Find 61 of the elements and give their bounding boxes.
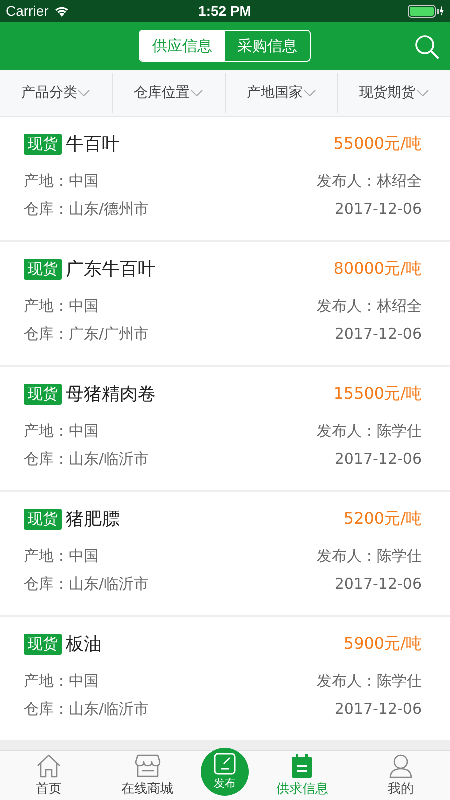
listing-card[interactable]: 现货 牛百叶 55000元/吨 产地：中国 发布人：林绍全 仓库：山东/德州市 2017-12-06 (0, 117, 450, 240)
calendar-icon (291, 754, 314, 778)
stock-tag: 现货 (24, 134, 62, 154)
search-icon[interactable] (415, 35, 439, 59)
warehouse: 仓库：广东/广州市 (24, 324, 150, 344)
date: 2017-12-06 (334, 200, 422, 218)
listing-card[interactable]: 现货 广东牛百叶 80000元/吨 产地：中国 发布人：林绍全 仓库：广东/广州市 2017-12-06 (0, 242, 450, 365)
stock-tag: 现货 (24, 258, 62, 280)
chevron-down-icon (191, 90, 204, 96)
product-name: 广东牛百叶 (66, 258, 156, 281)
filter-dropdown[interactable]: 产地国家 (226, 70, 338, 116)
filter-dropdown[interactable]: 仓库位置 (112, 70, 224, 116)
listing-card[interactable]: 现货 板油 5900元/吨 产地：中国 发布人：陈学仕 仓库：山东/临沂市 2017-12-06 (0, 617, 450, 740)
publisher: 发布人：陈学仕 (317, 672, 422, 690)
home-icon (36, 754, 62, 778)
origin: 产地：中国 (24, 172, 99, 190)
origin: 产地：中国 (24, 296, 99, 316)
warehouse: 仓库：山东/临沂市 (24, 450, 150, 468)
product-name: 板油 (66, 633, 102, 656)
price: 55000元/吨 (334, 134, 422, 154)
chevron-down-icon (78, 90, 90, 96)
edit-icon (214, 753, 236, 775)
user-icon (388, 754, 413, 778)
listing-card[interactable]: 现货 母猪精肉卷 15500元/吨 产地：中国 发布人：陈学仕 仓库：山东/临沂市 2017-12-06 (0, 367, 450, 490)
origin: 产地：中国 (24, 672, 99, 690)
date: 2017-12-06 (334, 325, 422, 343)
warehouse: 仓库：山东/德州市 (24, 200, 150, 218)
price: 80000元/吨 (334, 258, 422, 280)
warehouse: 仓库：山东/临沂市 (24, 574, 150, 594)
chevron-down-icon (304, 90, 316, 96)
origin: 产地：中国 (24, 546, 99, 566)
price: 5200元/吨 (344, 508, 422, 530)
origin: 产地：中国 (24, 422, 99, 440)
stock-tag: 现货 (24, 508, 62, 530)
product-name: 母猪精肉卷 (66, 383, 156, 406)
filter-dropdown[interactable]: 现货期货 (338, 70, 450, 116)
chevron-down-icon (416, 90, 429, 96)
date: 2017-12-06 (334, 450, 422, 468)
filter-dropdown[interactable]: 产品分类 (0, 70, 112, 116)
date: 2017-12-06 (334, 575, 422, 593)
tab-bar-item[interactable]: 我的 (356, 750, 446, 800)
price: 5900元/吨 (344, 634, 422, 654)
stock-tag: 现货 (24, 634, 62, 654)
carrier-label: Carrier (6, 3, 49, 19)
date: 2017-12-06 (334, 700, 422, 718)
wifi-icon (54, 5, 70, 17)
product-name: 牛百叶 (66, 133, 120, 156)
product-name: 猪肥膘 (66, 508, 120, 531)
price: 15500元/吨 (334, 384, 422, 404)
publisher: 发布人：陈学仕 (317, 546, 422, 566)
tab-bar-item[interactable]: 在线商城 (102, 750, 193, 800)
publisher: 发布人：陈学仕 (317, 422, 422, 440)
stock-tag: 现货 (24, 384, 62, 404)
battery-icon (408, 4, 444, 18)
store-icon (134, 754, 161, 778)
status-time: 1:52 PM (198, 3, 252, 19)
tab-bar-item[interactable]: 首页 (4, 750, 94, 800)
publisher: 发布人：林绍全 (317, 172, 422, 190)
publisher: 发布人：林绍全 (317, 296, 422, 316)
warehouse: 仓库：山东/临沂市 (24, 700, 150, 718)
listing-card[interactable]: 现货 猪肥膘 5200元/吨 产地：中国 发布人：陈学仕 仓库：山东/临沂市 2017-12-06 (0, 492, 450, 615)
